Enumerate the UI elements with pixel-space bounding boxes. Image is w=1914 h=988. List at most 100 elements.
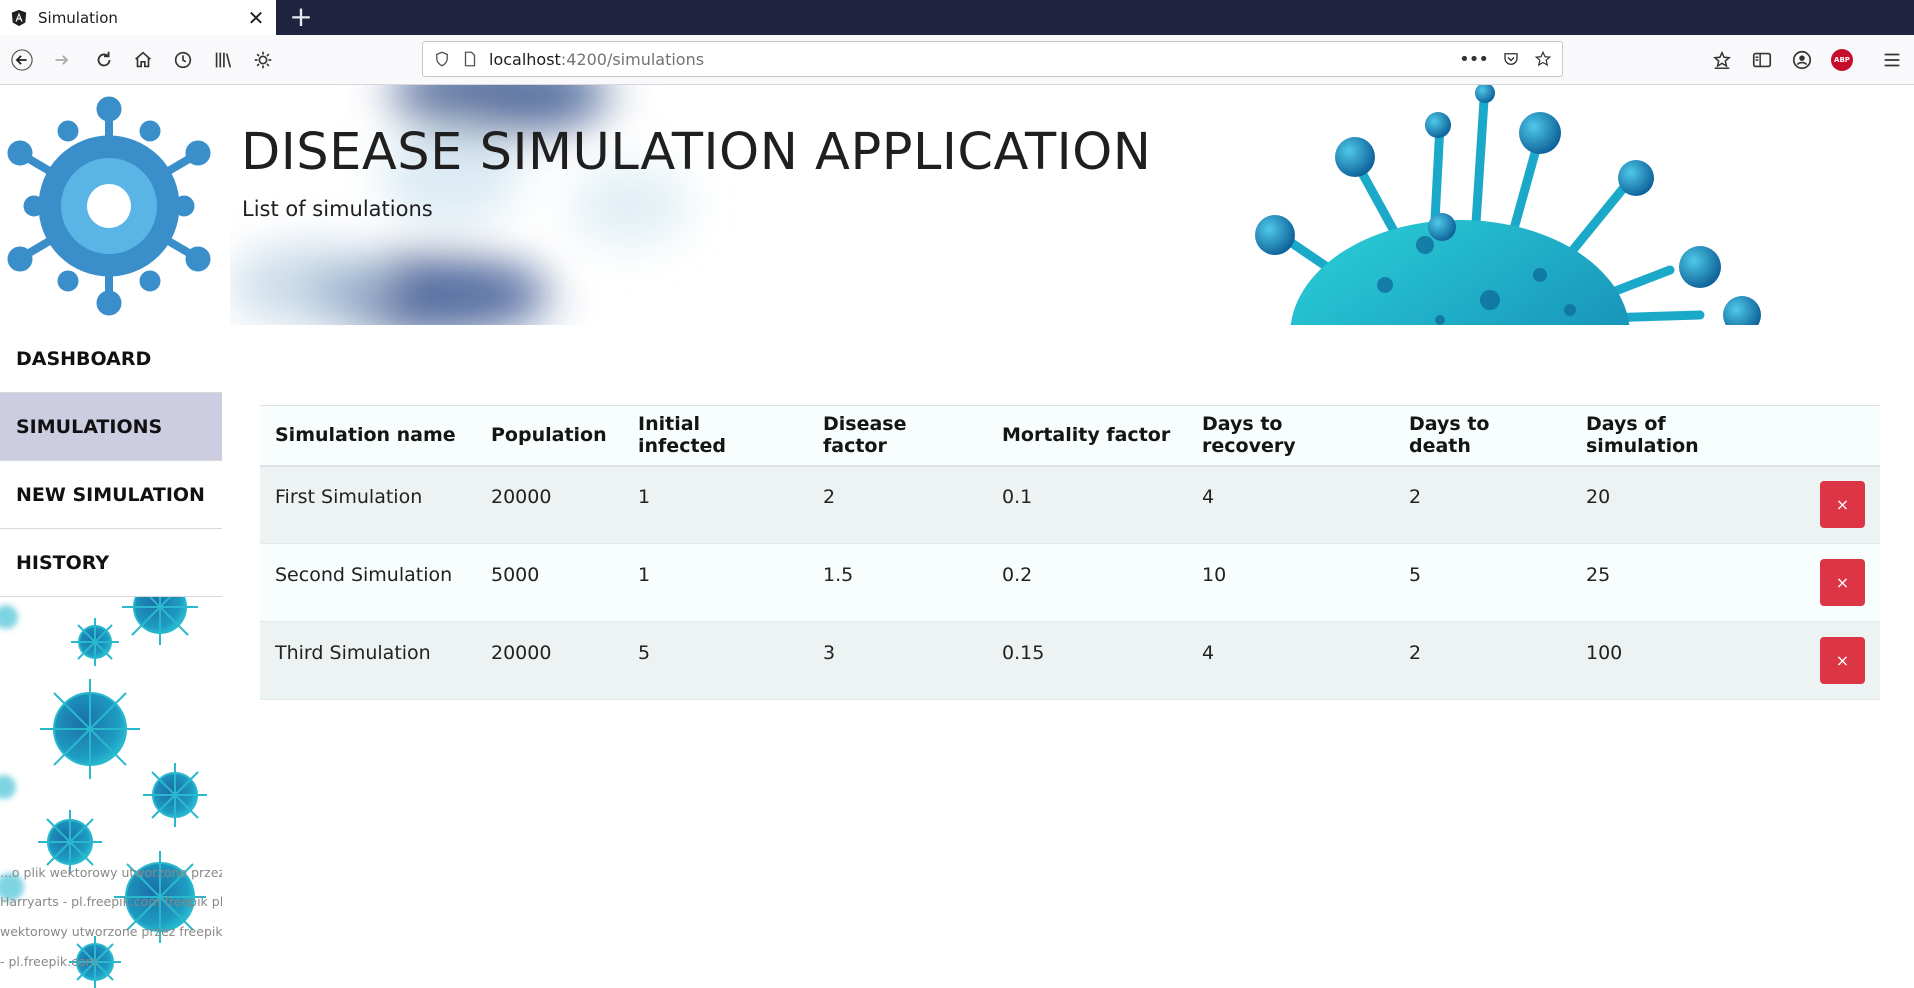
cell-days-of-simulation: 25 (1571, 544, 1781, 622)
cell-value: 5 (638, 641, 651, 664)
cell-simulation-name: Second Simulation (260, 544, 476, 622)
adblock-button[interactable]: ABP (1822, 40, 1862, 80)
cell-disease-factor: 3 (808, 622, 987, 700)
cell-value: 5 (1409, 563, 1422, 586)
sidebar-item-label: SIMULATIONS (16, 415, 163, 438)
col-header-initial-infected: Initial infected (638, 413, 727, 458)
account-button[interactable] (1782, 40, 1822, 80)
cell-days-of-simulation: 20 (1571, 466, 1781, 544)
delete-simulation-button[interactable]: × (1820, 637, 1865, 684)
browser-navbar: localhost:4200/simulations ••• ABP (0, 35, 1914, 85)
virus-illustration (1255, 85, 1761, 325)
cell-value: 4 (1202, 641, 1215, 664)
virus-logo-icon (7, 96, 211, 316)
bookmark-star-icon[interactable] (1532, 48, 1554, 70)
delete-simulation-button[interactable]: × (1820, 481, 1865, 529)
cell-disease-factor: 2 (808, 466, 987, 544)
cell-value: 100 (1586, 641, 1623, 664)
col-header-days-to-recovery: Days to recovery (1202, 413, 1296, 458)
url-text[interactable]: localhost:4200/simulations (489, 50, 704, 69)
cell-mortality-factor: 0.2 (987, 544, 1187, 622)
page-actions-icon[interactable]: ••• (1459, 49, 1489, 70)
credit-line[interactable]: ...o plik wektorowy utworzone przez (0, 865, 222, 880)
cell-actions: × (1781, 622, 1880, 700)
tab-title: Simulation (38, 8, 118, 27)
history-button[interactable] (163, 40, 203, 80)
cell-value: 0.15 (1002, 641, 1045, 664)
page-info-icon[interactable] (459, 48, 481, 70)
back-button[interactable] (2, 40, 42, 80)
cell-days-of-simulation: 100 (1571, 622, 1781, 700)
cell-value: 25 (1586, 563, 1611, 586)
cell-mortality-factor: 0.1 (987, 466, 1187, 544)
col-header-simulation-name: Simulation name (275, 424, 456, 447)
settings-button[interactable] (243, 40, 283, 80)
simulations-table: Simulation name Population Initial infec… (260, 405, 1880, 700)
pocket-icon[interactable] (1500, 48, 1522, 70)
sidebar-nav: DASHBOARD SIMULATIONS NEW SIMULATION HIS… (0, 325, 222, 597)
delete-simulation-button[interactable]: × (1820, 559, 1865, 606)
cell-actions: × (1781, 544, 1880, 622)
cell-days-to-recovery: 10 (1187, 544, 1394, 622)
table-header-row: Simulation name Population Initial infec… (260, 405, 1880, 466)
cell-value: Second Simulation (275, 563, 453, 586)
col-header-disease-factor: Disease factor (823, 413, 907, 458)
sidebar-item-simulations[interactable]: SIMULATIONS (0, 393, 222, 461)
home-icon (135, 51, 151, 68)
sidebar-item-new-simulation[interactable]: NEW SIMULATION (0, 461, 222, 529)
page-title: DISEASE SIMULATION APPLICATION (241, 123, 1152, 182)
sidebar-item-dashboard[interactable]: DASHBOARD (0, 325, 222, 393)
cell-value: 4 (1202, 485, 1215, 508)
cell-days-to-death: 2 (1394, 622, 1571, 700)
col-header-actions (1781, 406, 1880, 466)
back-arrow-icon (11, 49, 33, 71)
cell-value: 1 (638, 563, 651, 586)
cell-value: First Simulation (275, 485, 423, 508)
adblock-icon: ABP (1831, 49, 1853, 71)
close-tab-icon[interactable]: ✕ (246, 8, 266, 28)
sidebar-virus-art: ...o plik wektorowy utworzone przez Harr… (0, 597, 222, 988)
cell-value: 20000 (491, 641, 552, 664)
forward-button[interactable] (42, 40, 82, 80)
cell-population: 5000 (476, 544, 623, 622)
cell-value: 20000 (491, 485, 552, 508)
cell-disease-factor: 1.5 (808, 544, 987, 622)
sidebar-item-history[interactable]: HISTORY (0, 529, 222, 597)
cell-value: 0.1 (1002, 485, 1033, 508)
cell-days-to-recovery: 4 (1187, 622, 1394, 700)
credit-line[interactable]: Harryarts - pl.freepik.com freepik plik (0, 894, 222, 909)
browser-tab[interactable]: Simulation ✕ (0, 0, 276, 35)
cell-days-to-recovery: 4 (1187, 466, 1394, 544)
col-header-population: Population (491, 424, 607, 447)
library-button[interactable] (203, 40, 243, 80)
angular-icon (11, 9, 27, 26)
menu-button[interactable] (1872, 40, 1912, 80)
home-button[interactable] (123, 40, 163, 80)
cell-value: Third Simulation (275, 641, 431, 664)
sidebar-toggle-button[interactable] (1742, 40, 1782, 80)
credit-line[interactable]: wektorowy utworzone przez freepik (0, 924, 222, 939)
reload-button[interactable] (84, 40, 124, 80)
sidebar-item-label: DASHBOARD (16, 347, 152, 370)
cell-value: 2 (823, 485, 836, 508)
sidebar-item-label: HISTORY (16, 551, 110, 574)
cell-value: 10 (1202, 563, 1227, 586)
page-subtitle: List of simulations (242, 197, 433, 221)
credit-line[interactable]: - pl.freepik.com (0, 954, 98, 969)
bookmarks-menu-button[interactable] (1702, 40, 1742, 80)
library-icon (215, 52, 232, 68)
tracking-shield-icon[interactable] (431, 48, 453, 70)
account-icon (1792, 50, 1812, 70)
cell-value: 1.5 (823, 563, 854, 586)
cell-initial-infected: 5 (623, 622, 808, 700)
gear-icon (254, 51, 272, 69)
cell-mortality-factor: 0.15 (987, 622, 1187, 700)
simulations-table-container: Simulation name Population Initial infec… (260, 405, 1880, 700)
cell-initial-infected: 1 (623, 466, 808, 544)
col-header-days-to-death: Days to death (1409, 413, 1490, 458)
cell-value: 20 (1586, 485, 1611, 508)
cell-days-to-death: 2 (1394, 466, 1571, 544)
forward-arrow-icon (55, 55, 69, 65)
new-tab-icon[interactable]: + (286, 2, 316, 32)
url-bar[interactable]: localhost:4200/simulations ••• (422, 41, 1563, 77)
